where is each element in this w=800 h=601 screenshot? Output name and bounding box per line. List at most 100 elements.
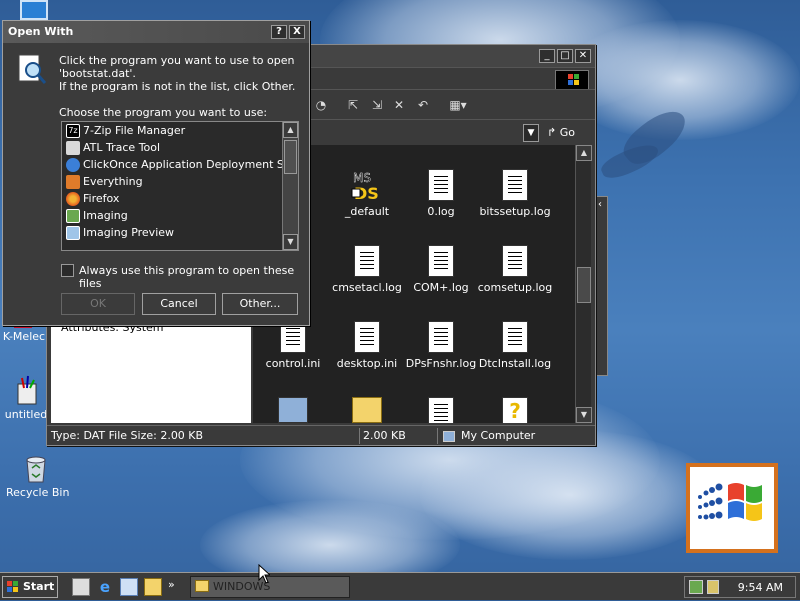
scroll-down-arrow[interactable]: ▼: [576, 407, 592, 423]
volume-icon[interactable]: [707, 580, 719, 594]
taskbar: Start e » WINDOWS 9:54 AM: [0, 572, 800, 600]
status-size: 2.00 KB: [363, 429, 406, 442]
views-icon[interactable]: ▦▾: [445, 98, 471, 112]
program-item[interactable]: 7z 7-Zip File Manager: [62, 122, 298, 139]
file-item[interactable]: bitssetup.log: [475, 169, 555, 218]
delete-icon[interactable]: ✕: [391, 98, 407, 112]
file-name: bitssetup.log: [479, 205, 551, 218]
close-button[interactable]: ✕: [575, 49, 591, 63]
cloud: [420, 430, 720, 560]
move-to-icon[interactable]: ⇱: [345, 98, 361, 112]
search-folder-icon: [352, 397, 382, 423]
file-item[interactable]: [327, 397, 407, 423]
dialog-title: Open With: [8, 25, 74, 38]
imaging-icon: [66, 209, 80, 223]
scroll-thumb[interactable]: [577, 267, 591, 303]
imaging-preview-icon: [66, 226, 80, 240]
status-zone: My Computer: [461, 429, 536, 442]
network-icon[interactable]: [689, 580, 703, 594]
file-name: comsetup.log: [477, 281, 553, 294]
clock[interactable]: 9:54 AM: [738, 581, 783, 594]
desktop-icon-label: untitled: [4, 408, 48, 421]
intro-line: Click the program you want to use to ope…: [59, 54, 295, 67]
text-document-icon: [428, 321, 454, 353]
other-button[interactable]: Other...: [222, 293, 298, 315]
desktop-icon-recycle-bin[interactable]: Recycle Bin: [4, 452, 69, 499]
minimize-button[interactable]: _: [539, 49, 555, 63]
program-list-scrollbar[interactable]: ▲ ▼: [282, 122, 298, 250]
vertical-scrollbar[interactable]: ▲ ▼: [575, 145, 592, 423]
mouse-pointer-icon: [258, 563, 272, 587]
program-item[interactable]: Everything: [62, 173, 298, 190]
go-arrow-icon: ↱: [547, 126, 557, 139]
task-button-windows[interactable]: WINDOWS: [190, 576, 350, 598]
scroll-down-arrow[interactable]: ▼: [283, 234, 298, 250]
program-item[interactable]: ClickOnce Application Deployment Su...: [62, 156, 298, 173]
cancel-button[interactable]: Cancel: [142, 293, 216, 315]
windows-flag-icon: [6, 580, 20, 594]
program-item[interactable]: Imaging: [62, 207, 298, 224]
file-name: DPsFnshr.log: [405, 357, 477, 370]
file-item[interactable]: comsetup.log: [475, 245, 555, 294]
file-item[interactable]: [401, 397, 481, 423]
magnifier-document-icon: [15, 53, 49, 87]
program-list[interactable]: 7z 7-Zip File Manager ATL Trace Tool Clic…: [61, 121, 299, 251]
maximize-button[interactable]: □: [557, 49, 573, 63]
outlook-icon[interactable]: [120, 578, 138, 596]
text-document-icon: [502, 321, 528, 353]
intro-text: Click the program you want to use to ope…: [59, 54, 295, 93]
system-tray: 9:54 AM: [684, 576, 796, 598]
file-item[interactable]: MS DS _default: [327, 169, 407, 218]
open-with-dialog[interactable]: Open With ? X Click the program you want…: [2, 20, 310, 326]
scroll-up-arrow[interactable]: ▲: [283, 122, 298, 138]
always-use-label[interactable]: Always use this program to open these fi…: [79, 264, 309, 290]
desktop-icon-label: K-Melec: [2, 330, 46, 343]
help-button[interactable]: ?: [271, 25, 287, 39]
program-label: Imaging Preview: [83, 226, 175, 239]
paint-icon: [10, 374, 42, 406]
text-document-icon: [354, 245, 380, 277]
close-button[interactable]: X: [289, 25, 305, 39]
file-item[interactable]: DPsFnshr.log: [401, 321, 481, 370]
file-item[interactable]: COM+.log: [401, 245, 481, 294]
program-label: Everything: [83, 175, 143, 188]
go-button[interactable]: ↱ Go: [547, 124, 591, 142]
help-file-icon: ?: [502, 397, 528, 423]
file-item[interactable]: desktop.ini: [327, 321, 407, 370]
program-label: ATL Trace Tool: [83, 141, 161, 154]
file-item[interactable]: control.ini: [253, 321, 333, 370]
always-use-checkbox[interactable]: [61, 264, 74, 277]
file-item[interactable]: [253, 397, 333, 423]
file-item[interactable]: DtcInstall.log: [475, 321, 555, 370]
search-icon[interactable]: [144, 578, 162, 596]
chevron-down-icon[interactable]: ▼: [523, 124, 539, 142]
atl-trace-icon: [66, 141, 80, 155]
desktop-icon-top[interactable]: [2, 0, 66, 22]
program-item[interactable]: ATL Trace Tool: [62, 139, 298, 156]
file-item[interactable]: ?: [475, 397, 555, 423]
file-item[interactable]: 0.log: [401, 169, 481, 218]
quick-launch-more[interactable]: »: [168, 578, 175, 591]
scroll-up-arrow[interactable]: ▲: [576, 145, 592, 161]
scroll-thumb[interactable]: [284, 140, 297, 174]
clickonce-icon: [66, 158, 80, 172]
file-item[interactable]: cmsetacl.log: [327, 245, 407, 294]
settings-file-icon: [354, 321, 380, 353]
undo-icon[interactable]: ↶: [415, 98, 431, 112]
history-icon[interactable]: ◔: [313, 98, 329, 112]
file-name: 0.log: [427, 205, 455, 218]
dialog-titlebar[interactable]: Open With ? X: [3, 21, 309, 43]
go-label: Go: [559, 126, 575, 139]
svg-text:MS: MS: [353, 171, 371, 185]
show-desktop-icon[interactable]: [72, 578, 90, 596]
ok-button[interactable]: OK: [61, 293, 135, 315]
copy-to-icon[interactable]: ⇲: [369, 98, 385, 112]
start-button[interactable]: Start: [2, 576, 58, 598]
program-item[interactable]: Firefox: [62, 190, 298, 207]
program-item[interactable]: Imaging Preview: [62, 224, 298, 241]
start-label: Start: [23, 580, 55, 593]
program-label: Imaging: [83, 209, 128, 222]
file-name: DtcInstall.log: [478, 357, 552, 370]
internet-explorer-icon[interactable]: e: [96, 578, 114, 596]
everything-icon: [66, 175, 80, 189]
